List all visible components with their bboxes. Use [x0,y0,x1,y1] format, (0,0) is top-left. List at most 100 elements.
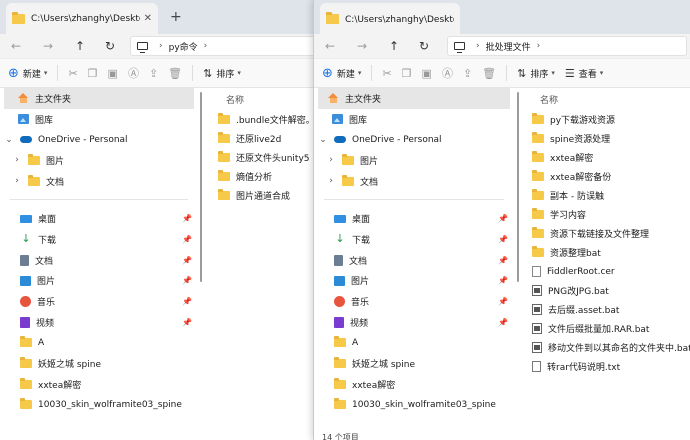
sidebar-item-recent[interactable]: 妖姬之城 spine [0,353,198,374]
sidebar-item-desktop[interactable]: 桌面 📌 [314,208,514,229]
sidebar-item-videos[interactable]: 视频 📌 [0,312,198,333]
copy-button[interactable]: ❐ [402,67,412,80]
list-item[interactable]: FiddlerRoot.cer [524,262,690,281]
sidebar-item-onedrive-documents[interactable]: › 文档 [0,171,198,192]
breadcrumb-chevron-icon[interactable]: › [204,41,208,51]
cloud-icon [334,136,346,144]
sidebar-item-onedrive-pictures[interactable]: › 图片 [0,150,198,171]
sidebar-item-gallery[interactable]: 图库 [0,109,198,130]
delete-button[interactable]: 🗑 [168,67,182,80]
list-item[interactable]: 学习内容 [524,205,690,224]
close-icon[interactable]: ✕ [144,13,152,24]
list-item[interactable]: .bundle文件解密。去@ [206,110,322,129]
list-item[interactable]: 资源整理bat [524,243,690,262]
up-icon[interactable]: ↑ [384,39,404,53]
forward-icon[interactable]: → [38,39,58,53]
sidebar-item-gallery[interactable]: 图库 [314,109,514,130]
new-button[interactable]: ⊕ 新建 ▾ [322,66,361,81]
rename-button[interactable]: Ⓐ [128,65,139,81]
rename-button[interactable]: Ⓐ [442,65,453,81]
breadcrumb-chevron-icon[interactable]: › [537,41,541,51]
breadcrumb-item[interactable]: py命令 [169,40,198,53]
sidebar-item-pictures[interactable]: 图片 📌 [314,271,514,292]
list-item[interactable]: 资源下载链接及文件整理 [524,224,690,243]
sidebar-item-documents[interactable]: 文档 📌 [314,250,514,271]
column-header-name[interactable]: 名称 [524,88,690,110]
share-button[interactable]: ⇪ [149,67,158,80]
sort-button[interactable]: ⇅ 排序 ▾ [517,67,555,80]
sidebar-item-downloads[interactable]: ↓ 下载 📌 [314,229,514,250]
paste-button[interactable]: ▣ [108,67,118,80]
sidebar-item-recent[interactable]: 10030_skin_wolframite03_spine [314,395,514,416]
sidebar-item-videos[interactable]: 视频 📌 [314,312,514,333]
paste-button[interactable]: ▣ [422,67,432,80]
sidebar-item-onedrive-pictures[interactable]: › 图片 [314,150,514,171]
tab-py[interactable]: C:\Users\zhanghy\Desktop\py ✕ [6,3,158,34]
list-item[interactable]: 熵值分析 [206,167,322,186]
sidebar-item-onedrive[interactable]: ⌄ OneDrive - Personal [0,129,198,150]
sidebar-item-recent[interactable]: xxtea解密 [314,374,514,395]
sidebar-scrollbar[interactable] [200,92,202,282]
sidebar-scrollbar[interactable] [517,92,519,282]
share-button[interactable]: ⇪ [463,67,472,80]
list-item[interactable]: 还原文件头unity5 [206,148,322,167]
sidebar-item-recent[interactable]: A [314,333,514,354]
sidebar-item-recent[interactable]: A [0,333,198,354]
view-button[interactable]: ☰ 查看 ▾ [565,67,603,80]
list-item[interactable]: 转rar代码说明.txt [524,357,690,376]
chevron-right-icon[interactable]: › [12,176,22,186]
copy-icon: ❐ [87,66,98,80]
cut-button[interactable]: ✂ [382,67,391,80]
sidebar-item-recent[interactable]: 妖姬之城 spine [314,353,514,374]
sidebar-item-desktop[interactable]: 桌面 📌 [0,208,198,229]
breadcrumb-item[interactable]: 批处理文件 [486,40,531,53]
tab-batch[interactable]: C:\Users\zhanghy\Desktop\批 [320,3,460,34]
pin-icon: 📌 [182,234,192,244]
sidebar-item-onedrive[interactable]: ⌄ OneDrive - Personal [314,129,514,150]
forward-icon[interactable]: → [352,39,372,53]
copy-button[interactable]: ❐ [88,67,98,80]
back-icon[interactable]: ← [320,39,340,53]
chevron-down-icon[interactable]: ⌄ [4,135,14,145]
address-bar[interactable]: › py命令 › [130,36,320,56]
sidebar-item-downloads[interactable]: ↓ 下载 📌 [0,229,198,250]
chevron-right-icon[interactable]: › [12,155,22,165]
chevron-down-icon[interactable]: ⌄ [318,135,328,145]
list-item[interactable]: 移动文件到以其命名的文件夹中.bat [524,338,690,357]
sidebar-item-home[interactable]: 主文件夹 [4,88,194,109]
new-button[interactable]: ⊕ 新建 ▾ [8,66,47,81]
back-icon[interactable]: ← [6,39,26,53]
list-item[interactable]: PNG改JPG.bat [524,281,690,300]
list-item[interactable]: 去后缀.asset.bat [524,300,690,319]
list-item[interactable]: xxtea解密备份 [524,167,690,186]
sort-button[interactable]: ⇅ 排序 ▾ [203,67,241,80]
refresh-icon[interactable]: ↻ [414,39,434,53]
new-tab-button[interactable]: + [170,9,182,25]
list-item[interactable]: 文件后缀批量加.RAR.bat [524,319,690,338]
video-icon [334,316,344,328]
column-header-name[interactable]: 名称 [206,88,322,110]
list-item[interactable]: py下载游戏资源 [524,110,690,129]
list-item[interactable]: 图片通道合成 [206,186,322,205]
chevron-right-icon[interactable]: › [326,155,336,165]
sidebar-item-documents[interactable]: 文档 📌 [0,250,198,271]
sidebar-item-recent[interactable]: xxtea解密 [0,374,198,395]
list-item[interactable]: spine资源处理 [524,129,690,148]
list-item[interactable]: 副本 - 防误触 [524,186,690,205]
cut-button[interactable]: ✂ [68,67,77,80]
list-item[interactable]: 还原live2d [206,129,322,148]
sidebar-item-pictures[interactable]: 图片 📌 [0,271,198,292]
refresh-icon[interactable]: ↻ [100,39,120,53]
delete-button[interactable]: 🗑 [482,67,496,80]
up-icon[interactable]: ↑ [70,39,90,53]
paste-icon: ▣ [107,66,118,80]
paste-icon: ▣ [421,66,432,80]
list-item[interactable]: xxtea解密 [524,148,690,167]
address-bar[interactable]: › 批处理文件 › [447,36,687,56]
sidebar-item-onedrive-documents[interactable]: › 文档 [314,171,514,192]
sidebar-item-music[interactable]: 音乐 📌 [0,291,198,312]
sidebar-item-home[interactable]: 主文件夹 [318,88,510,109]
sidebar-item-recent[interactable]: 10030_skin_wolframite03_spine [0,395,198,416]
sidebar-item-music[interactable]: 音乐 📌 [314,291,514,312]
chevron-right-icon[interactable]: › [326,176,336,186]
